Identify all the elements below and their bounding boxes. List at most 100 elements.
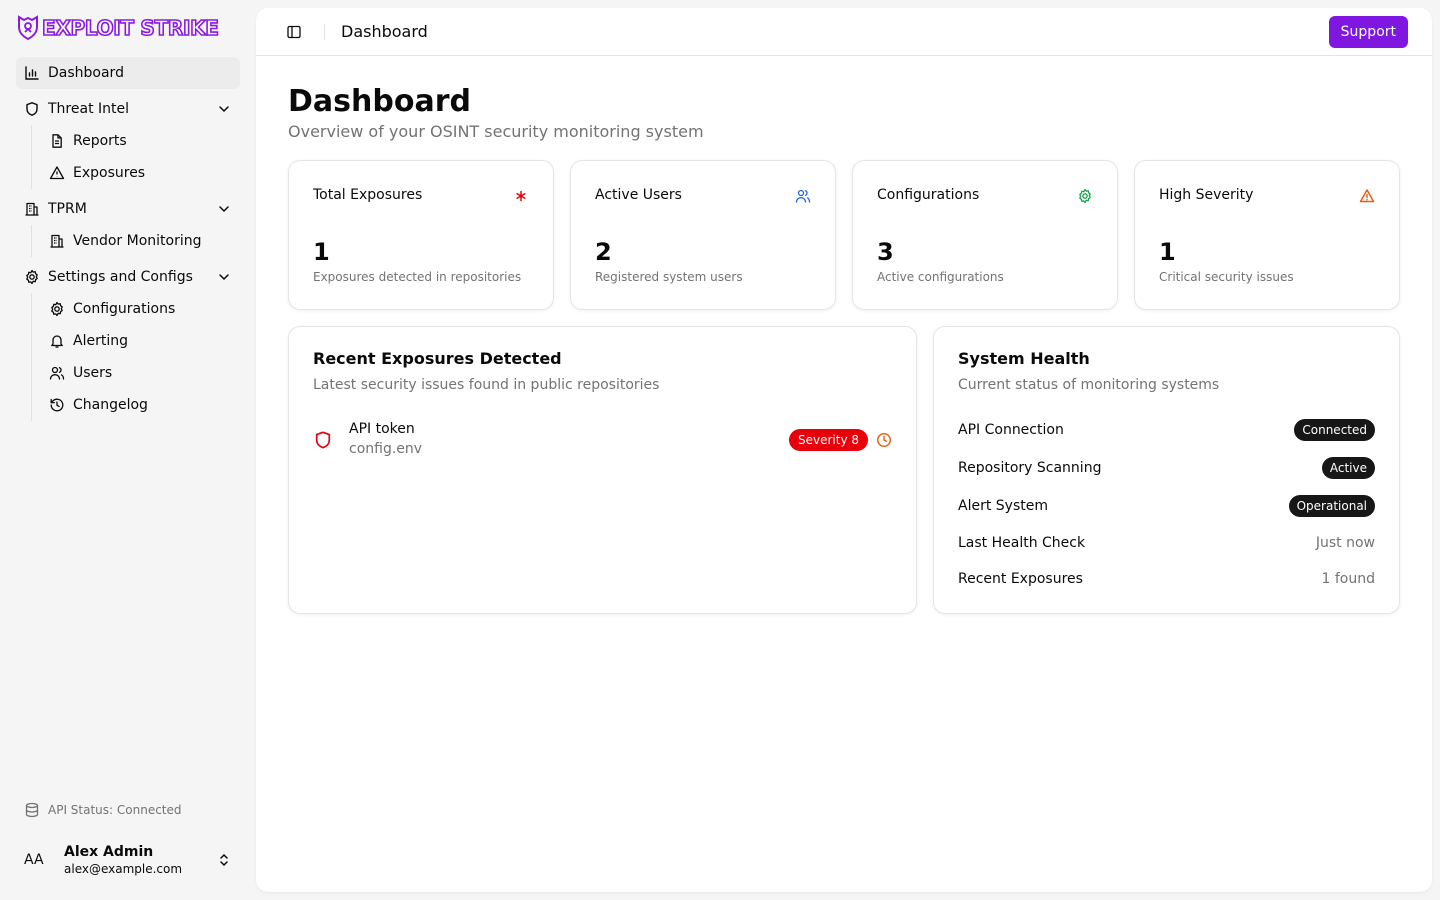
sidebar-item-tprm[interactable]: TPRM bbox=[16, 193, 240, 225]
settings-submenu: Configurations Alerting Users Changelog bbox=[31, 293, 240, 421]
sidebar-item-label: Settings and Configs bbox=[48, 269, 193, 285]
shield-icon bbox=[26, 102, 38, 116]
users-icon bbox=[795, 189, 811, 203]
sidebar-item-vendor-monitoring[interactable]: Vendor Monitoring bbox=[41, 225, 240, 257]
sidebar-item-label: Dashboard bbox=[48, 65, 124, 81]
health-row-last-health-check: Last Health Check Just now bbox=[958, 531, 1375, 555]
severity-badge: Severity 8 bbox=[788, 429, 868, 451]
sidebar: EXPLOIT STRIKE Dashboard Threat Intel Re… bbox=[0, 0, 256, 900]
status-badge: Operational bbox=[1288, 495, 1375, 517]
warning-triangle-icon bbox=[1359, 189, 1375, 203]
sidebar-item-label: Configurations bbox=[73, 301, 176, 317]
divider bbox=[324, 23, 325, 40]
user-email: alex@example.com bbox=[64, 862, 183, 876]
health-row-alert-system: Alert System Operational bbox=[958, 494, 1375, 518]
panel-title: System Health bbox=[958, 349, 1090, 368]
main-content: Dashboard Support Dashboard Overview of … bbox=[256, 8, 1432, 892]
stat-card-configurations: Configurations 3 Active configurations bbox=[852, 160, 1118, 310]
file-text-icon bbox=[52, 134, 62, 148]
exploit-strike-emblem-icon bbox=[18, 15, 38, 41]
stat-title: High Severity bbox=[1159, 187, 1254, 203]
building-icon bbox=[25, 202, 39, 216]
avatar: AA bbox=[24, 852, 44, 868]
page-subtitle: Overview of your OSINT security monitori… bbox=[288, 122, 704, 141]
status-badge: Active bbox=[1321, 457, 1375, 479]
user-menu[interactable]: AA Alex Admin alex@example.com bbox=[16, 836, 240, 884]
gear-icon bbox=[1079, 188, 1091, 204]
api-status-text: API Status: Connected bbox=[48, 803, 182, 817]
recent-exposures-panel: Recent Exposures Detected Latest securit… bbox=[288, 326, 917, 614]
sidebar-item-configurations[interactable]: Configurations bbox=[41, 293, 240, 325]
sidebar-item-changelog[interactable]: Changelog bbox=[41, 389, 240, 421]
user-name: Alex Admin bbox=[64, 844, 154, 860]
stat-value: 1 bbox=[313, 238, 330, 266]
stat-description: Active configurations bbox=[877, 270, 1004, 284]
breadcrumb: Dashboard bbox=[341, 22, 428, 41]
stat-value: 1 bbox=[1159, 238, 1176, 266]
gear-icon bbox=[51, 301, 63, 317]
brand-name: EXPLOIT STRIKE bbox=[41, 15, 220, 41]
sidebar-item-exposures[interactable]: Exposures bbox=[41, 157, 240, 189]
sidebar-item-label: Exposures bbox=[73, 165, 146, 181]
health-label: Last Health Check bbox=[958, 535, 1086, 551]
stat-description: Critical security issues bbox=[1159, 270, 1294, 284]
sidebar-item-label: Users bbox=[73, 365, 113, 381]
sidebar-item-label: Alerting bbox=[73, 333, 128, 349]
stat-card-active-users: Active Users 2 Registered system users bbox=[570, 160, 836, 310]
building-icon bbox=[50, 234, 64, 248]
stat-title: Active Users bbox=[595, 187, 682, 203]
stat-description: Registered system users bbox=[595, 270, 743, 284]
sidebar-item-label: TPRM bbox=[48, 201, 87, 217]
chevron-down-icon[interactable] bbox=[216, 269, 232, 285]
stat-title: Configurations bbox=[877, 187, 980, 203]
sidebar-item-dashboard[interactable]: Dashboard bbox=[16, 57, 240, 89]
status-badge: Connected bbox=[1294, 419, 1375, 441]
panel-left-icon bbox=[287, 25, 301, 38]
support-button[interactable]: Support bbox=[1328, 16, 1408, 48]
health-label: Alert System bbox=[958, 498, 1048, 514]
sidebar-item-label: Threat Intel bbox=[48, 101, 129, 117]
api-status: API Status: Connected bbox=[24, 802, 182, 818]
health-value: 1 found bbox=[1321, 571, 1375, 587]
threat-intel-submenu: Reports Exposures bbox=[31, 125, 240, 189]
stat-card-high-severity: High Severity 1 Critical security issues bbox=[1134, 160, 1400, 310]
panel-subtitle: Current status of monitoring systems bbox=[958, 377, 1220, 393]
sidebar-item-threat-intel[interactable]: Threat Intel bbox=[16, 93, 240, 125]
health-row-repository-scanning: Repository Scanning Active bbox=[958, 456, 1375, 480]
page-title: Dashboard bbox=[288, 84, 471, 119]
chevron-down-icon[interactable] bbox=[216, 101, 232, 117]
sidebar-item-users[interactable]: Users bbox=[41, 357, 240, 389]
warning-triangle-icon bbox=[49, 166, 65, 180]
health-row-recent-exposures: Recent Exposures 1 found bbox=[958, 567, 1375, 591]
brand-logo[interactable]: EXPLOIT STRIKE bbox=[16, 14, 220, 42]
exposure-name: API token bbox=[349, 421, 415, 437]
sidebar-nav: Dashboard Threat Intel Reports Exposures… bbox=[16, 57, 240, 421]
sidebar-item-settings-and-configs[interactable]: Settings and Configs bbox=[16, 261, 240, 293]
health-row-api-connection: API Connection Connected bbox=[958, 418, 1375, 442]
health-label: Repository Scanning bbox=[958, 460, 1102, 476]
sidebar-item-label: Changelog bbox=[73, 397, 148, 413]
system-health-panel: System Health Current status of monitori… bbox=[933, 326, 1400, 614]
sidebar-item-reports[interactable]: Reports bbox=[41, 125, 240, 157]
chevron-down-icon[interactable] bbox=[216, 201, 232, 217]
health-value: Just now bbox=[1315, 535, 1375, 551]
bar-chart-icon bbox=[25, 66, 39, 80]
sidebar-item-alerting[interactable]: Alerting bbox=[41, 325, 240, 357]
asterisk-icon bbox=[516, 190, 526, 202]
stat-value: 2 bbox=[595, 238, 612, 266]
gear-icon bbox=[26, 269, 38, 285]
history-icon bbox=[50, 398, 64, 412]
stat-card-total-exposures: Total Exposures 1 Exposures detected in … bbox=[288, 160, 554, 310]
sidebar-item-label: Vendor Monitoring bbox=[73, 233, 202, 249]
sidebar-toggle-button[interactable] bbox=[280, 18, 308, 46]
panel-subtitle: Latest security issues found in public r… bbox=[313, 377, 660, 393]
exposure-list-item[interactable]: API token config.env Severity 8 bbox=[313, 420, 892, 460]
health-label: Recent Exposures bbox=[958, 571, 1083, 587]
health-label: API Connection bbox=[958, 422, 1064, 438]
stat-title: Total Exposures bbox=[313, 187, 423, 203]
exposure-file: config.env bbox=[349, 441, 423, 457]
chevrons-up-down-icon bbox=[220, 853, 228, 867]
shield-icon bbox=[315, 431, 331, 449]
top-bar: Dashboard Support bbox=[256, 8, 1432, 56]
sidebar-item-label: Reports bbox=[73, 133, 127, 149]
